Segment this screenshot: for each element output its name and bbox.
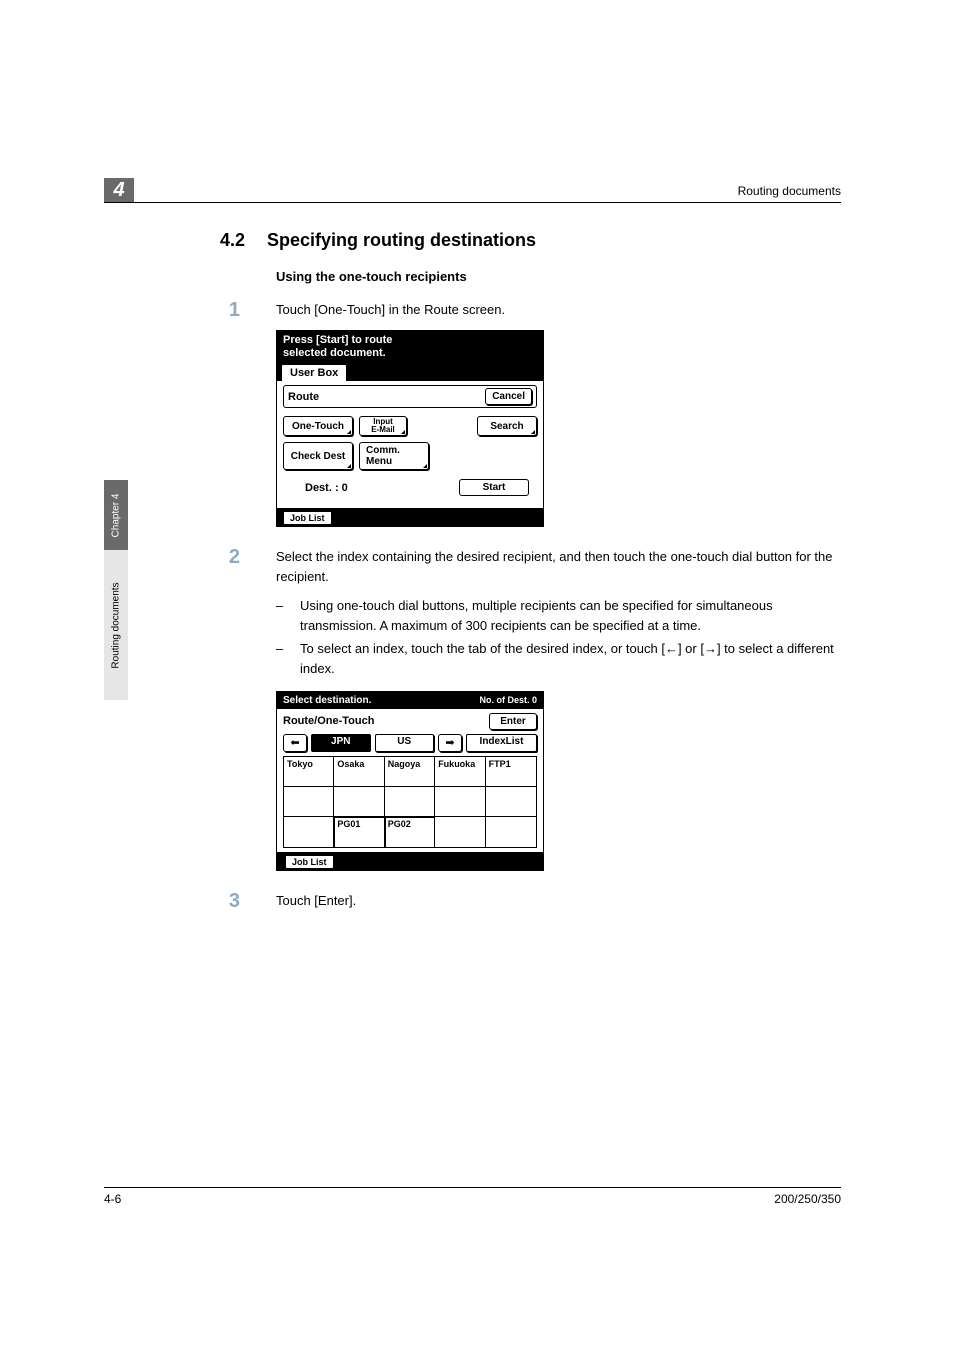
screen1-bottombar: Job List — [277, 508, 543, 526]
screen2-titlebar: Select destination. No. of Dest. 0 — [277, 692, 543, 709]
screen1-titlebar: Press [Start] to route selected document… — [277, 331, 543, 362]
header-rule — [104, 202, 841, 203]
screen1-title-line1: Press [Start] to route — [283, 334, 392, 346]
email-label: E-Mail — [371, 426, 395, 434]
side-tab-title: Routing documents — [104, 550, 128, 700]
userbox-tab[interactable]: User Box — [281, 364, 347, 381]
search-button[interactable]: Search — [477, 416, 537, 436]
dial-nagoya[interactable]: Nagoya — [385, 757, 435, 787]
step-number: 2 — [220, 547, 240, 586]
route-panel: Route Cancel — [283, 385, 537, 408]
running-header: Routing documents — [738, 184, 841, 198]
section-title: Specifying routing destinations — [267, 230, 536, 251]
screen2-title: Select destination. — [283, 695, 371, 706]
step-3: 3 Touch [Enter]. — [220, 891, 841, 911]
input-email-button[interactable]: Input E-Mail — [359, 416, 407, 436]
footer-rule — [104, 1187, 841, 1188]
dial-empty[interactable] — [284, 817, 334, 847]
content-area: 4.2 Specifying routing destinations Usin… — [220, 230, 841, 921]
dial-pg01[interactable]: PG01 — [334, 817, 384, 847]
route-onetouch-label: Route/One-Touch — [283, 715, 374, 727]
step-2-bullet-1: – Using one-touch dial buttons, multiple… — [276, 596, 841, 636]
page-number: 4-6 — [104, 1192, 121, 1206]
dial-empty[interactable] — [435, 787, 485, 817]
side-tab-chapter-label: Chapter 4 — [111, 493, 122, 537]
step-2-bullet-2: – To select an index, touch the tab of t… — [276, 639, 841, 679]
dial-empty[interactable] — [284, 787, 334, 817]
step-text: Touch [One-Touch] in the Route screen. — [276, 300, 841, 320]
dial-pg02[interactable]: PG02 — [385, 817, 435, 847]
subsection-heading: Using the one-touch recipients — [276, 269, 841, 284]
chapter-number-badge: 4 — [104, 178, 134, 202]
enter-button[interactable]: Enter — [489, 713, 537, 730]
dash-icon: – — [276, 639, 286, 679]
dial-tokyo[interactable]: Tokyo — [284, 757, 334, 787]
dial-empty[interactable] — [486, 787, 536, 817]
section-number: 4.2 — [220, 230, 245, 251]
dial-empty[interactable] — [385, 787, 435, 817]
dial-empty[interactable] — [435, 817, 485, 847]
dash-icon: – — [276, 596, 286, 636]
step-2: 2 Select the index containing the desire… — [220, 547, 841, 586]
dial-fukuoka[interactable]: Fukuoka — [435, 757, 485, 787]
route-label: Route — [288, 391, 319, 403]
step-text: Select the index containing the desired … — [276, 547, 841, 586]
index-tabs: ⬅ JPN US ➡ IndexList — [277, 732, 543, 756]
screen1-title-line2: selected document. — [283, 347, 386, 359]
next-index-button[interactable]: ➡ — [438, 734, 462, 752]
bullet-text: To select an index, touch the tab of the… — [300, 639, 841, 679]
screen2-head: Route/One-Touch Enter — [277, 709, 543, 732]
step-number: 3 — [220, 891, 240, 911]
cancel-button[interactable]: Cancel — [485, 388, 532, 405]
dial-empty[interactable] — [486, 817, 536, 847]
side-tab-chapter: Chapter 4 — [104, 480, 128, 550]
job-list-tab[interactable]: Job List — [285, 855, 334, 869]
model-numbers: 200/250/350 — [774, 1192, 841, 1206]
check-dest-button[interactable]: Check Dest — [283, 442, 353, 470]
start-button[interactable]: Start — [459, 479, 529, 496]
route-screen-figure: Press [Start] to route selected document… — [276, 330, 544, 527]
tab-us[interactable]: US — [375, 734, 435, 752]
job-list-tab[interactable]: Job List — [283, 511, 332, 525]
step-2-sublist: – Using one-touch dial buttons, multiple… — [276, 596, 841, 679]
bullet-text: Using one-touch dial buttons, multiple r… — [300, 596, 841, 636]
side-tab: Chapter 4 Routing documents — [104, 480, 128, 730]
tab-jpn[interactable]: JPN — [311, 734, 371, 752]
dial-ftp1[interactable]: FTP1 — [486, 757, 536, 787]
screen2-dest-count: No. of Dest. 0 — [479, 695, 537, 706]
step-number: 1 — [220, 300, 240, 320]
select-destination-figure: Select destination. No. of Dest. 0 Route… — [276, 691, 544, 871]
step-1: 1 Touch [One-Touch] in the Route screen. — [220, 300, 841, 320]
comm-menu-button[interactable]: Comm. Menu — [359, 442, 429, 470]
section-heading: 4.2 Specifying routing destinations — [220, 230, 841, 251]
side-tab-title-label: Routing documents — [111, 582, 122, 668]
dial-osaka[interactable]: Osaka — [334, 757, 384, 787]
screen2-bottombar: Job List — [277, 852, 543, 870]
screen1-body: Route Cancel One-Touch Input E-Mail Sear… — [277, 381, 543, 508]
one-touch-button[interactable]: One-Touch — [283, 416, 353, 436]
dest-count-label: Dest. : 0 — [305, 482, 348, 494]
step-text: Touch [Enter]. — [276, 891, 841, 911]
dial-empty[interactable] — [334, 787, 384, 817]
onetouch-grid: Tokyo Osaka Nagoya Fukuoka FTP1 PG01 PG0… — [283, 756, 537, 848]
tab-indexlist[interactable]: IndexList — [466, 734, 537, 752]
prev-index-button[interactable]: ⬅ — [283, 734, 307, 752]
